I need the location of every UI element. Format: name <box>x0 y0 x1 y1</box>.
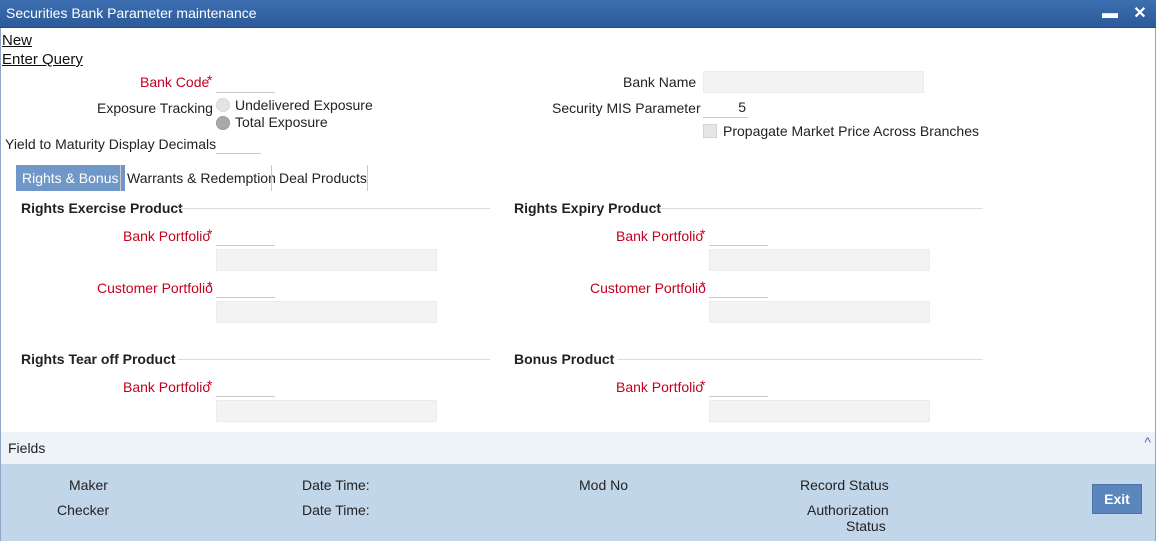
rights-expiry-heading: Rights Expiry Product <box>514 200 662 216</box>
rights-exercise-customer-portfolio-input[interactable] <box>216 276 275 298</box>
tab-separator <box>271 165 272 191</box>
record-status-label: Record Status <box>800 477 889 493</box>
bank-code-input[interactable] <box>216 71 275 93</box>
ytm-decimals-label: Yield to Maturity Display Decimals <box>5 136 217 152</box>
rights-expiry-customer-portfolio-input[interactable] <box>709 276 768 298</box>
section-divider <box>178 208 490 209</box>
rights-tearoff-bank-portfolio-label: Bank Portfolio <box>123 379 211 395</box>
minimize-icon[interactable]: ▬ <box>1100 4 1120 24</box>
rights-expiry-bank-portfolio-input[interactable] <box>709 224 768 246</box>
mod-no-label: Mod No <box>579 477 629 493</box>
new-link[interactable]: New <box>2 32 32 49</box>
tab-deal-products[interactable]: Deal Products <box>273 165 373 191</box>
ytm-decimals-input[interactable] <box>216 132 261 154</box>
section-divider <box>178 359 490 360</box>
rights-tearoff-bank-portfolio-input[interactable] <box>216 375 275 397</box>
rights-expiry-bank-portfolio-desc <box>709 249 930 271</box>
bonus-product-heading: Bonus Product <box>514 351 615 367</box>
rights-exercise-customer-portfolio-label: Customer Portfolio <box>97 280 213 296</box>
rights-exercise-customer-portfolio-desc <box>216 301 437 323</box>
fields-bar[interactable]: Fields ^ <box>1 432 1155 464</box>
authorization-status-label: Status <box>846 518 886 534</box>
propagate-market-price-label: Propagate Market Price Across Branches <box>723 123 980 139</box>
maker-date-time-label: Date Time: <box>302 477 370 493</box>
rights-exercise-bank-portfolio-input[interactable] <box>216 224 275 246</box>
bank-name-label: Bank Name <box>623 74 697 90</box>
maker-label: Maker <box>69 477 108 493</box>
bonus-bank-portfolio-input[interactable] <box>709 375 768 397</box>
exposure-tracking-label: Exposure Tracking <box>97 100 213 116</box>
bonus-bank-portfolio-desc <box>709 400 930 422</box>
rights-tearoff-heading: Rights Tear off Product <box>21 351 176 367</box>
required-marker: * <box>700 278 706 294</box>
required-marker: * <box>207 278 213 294</box>
required-marker: * <box>700 377 706 393</box>
total-exposure-radio[interactable] <box>216 116 230 130</box>
rights-expiry-customer-portfolio-desc <box>709 301 930 323</box>
authorization-label: Authorization <box>807 502 889 518</box>
required-marker: * <box>207 377 213 393</box>
window-title: Securities Bank Parameter maintenance <box>6 5 257 21</box>
section-divider <box>617 359 983 360</box>
security-mis-input[interactable]: 5 <box>703 96 748 118</box>
exit-button[interactable]: Exit <box>1092 484 1142 514</box>
propagate-market-price-checkbox[interactable] <box>703 124 717 138</box>
total-exposure-label: Total Exposure <box>235 114 328 130</box>
audit-footer: Maker Checker Date Time: Date Time: Mod … <box>1 464 1155 541</box>
required-marker: * <box>207 226 213 242</box>
checker-label: Checker <box>57 502 110 518</box>
close-icon[interactable]: ✕ <box>1130 4 1150 24</box>
rights-exercise-bank-portfolio-desc <box>216 249 437 271</box>
rights-tearoff-bank-portfolio-desc <box>216 400 437 422</box>
bonus-bank-portfolio-label: Bank Portfolio <box>616 379 704 395</box>
tab-separator <box>367 165 368 191</box>
required-marker: * <box>207 72 213 88</box>
section-divider <box>660 208 983 209</box>
rights-exercise-bank-portfolio-label: Bank Portfolio <box>123 228 211 244</box>
required-marker: * <box>700 226 706 242</box>
tab-warrants-redemption[interactable]: Warrants & Redemption <box>121 165 282 191</box>
bank-code-label: Bank Code <box>140 74 210 90</box>
rights-expiry-customer-portfolio-label: Customer Portfolio <box>590 280 706 296</box>
undelivered-exposure-label: Undelivered Exposure <box>235 97 373 113</box>
tab-rights-bonus[interactable]: Rights & Bonus <box>16 165 125 191</box>
enter-query-link[interactable]: Enter Query <box>2 51 83 68</box>
rights-exercise-heading: Rights Exercise Product <box>21 200 183 216</box>
chevron-up-icon[interactable]: ^ <box>1144 434 1151 450</box>
window-title-bar: Securities Bank Parameter maintenance ▬ … <box>0 0 1156 28</box>
bank-name-field[interactable] <box>703 71 924 93</box>
undelivered-exposure-radio[interactable] <box>216 98 230 112</box>
rights-expiry-bank-portfolio-label: Bank Portfolio <box>616 228 704 244</box>
security-mis-label: Security MIS Parameter <box>552 100 701 116</box>
checker-date-time-label: Date Time: <box>302 502 370 518</box>
fields-label: Fields <box>8 440 46 456</box>
